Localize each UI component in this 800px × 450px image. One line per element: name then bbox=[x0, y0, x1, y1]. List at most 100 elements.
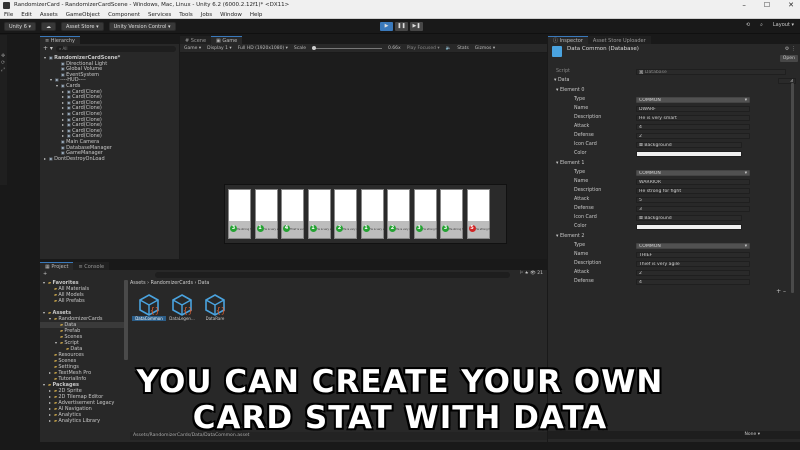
element-foldout[interactable]: ▾ Element 2 bbox=[556, 233, 584, 241]
field-name[interactable]: DWARF bbox=[636, 106, 750, 112]
card[interactable]: 4 Thief is ver bbox=[281, 189, 304, 239]
game-canvas[interactable]: 3 He strong fo 1 He is very s 4 Thief is ver 1… bbox=[224, 184, 507, 244]
project-add-button[interactable]: + bbox=[43, 271, 47, 277]
field-attack[interactable]: 2 bbox=[636, 270, 750, 276]
card[interactable]: 1 He is very s bbox=[360, 189, 384, 239]
card[interactable]: 1 He is very s bbox=[307, 189, 331, 239]
menu-item[interactable]: Assets bbox=[40, 11, 58, 18]
asset-item[interactable]: {} DataCommon bbox=[132, 294, 166, 321]
card[interactable]: 5He strong for fight bbox=[466, 189, 490, 239]
gizmos-dropdown[interactable]: Gizmos ▾ bbox=[475, 46, 495, 51]
version-control-button[interactable]: Unity Version Control ▾ bbox=[108, 21, 176, 31]
data-foldout[interactable]: ▾ Data bbox=[554, 77, 569, 85]
field-icon[interactable]: ⊠ Background bbox=[636, 142, 742, 148]
card[interactable]: 2 He is very s bbox=[387, 189, 410, 239]
menu-item[interactable]: Window bbox=[220, 11, 242, 18]
inspector-scrollbar[interactable] bbox=[791, 83, 794, 293]
play-button[interactable]: ▶ bbox=[380, 22, 393, 31]
element-foldout[interactable]: ▾ Element 1 bbox=[556, 160, 584, 168]
minimize-button[interactable]: – bbox=[742, 0, 746, 11]
field-icon[interactable]: ⊠ Background bbox=[636, 215, 742, 221]
maximize-button[interactable]: ☐ bbox=[764, 0, 770, 11]
field-description[interactable]: He is very smart bbox=[636, 115, 750, 121]
field-name[interactable]: WARRIOR bbox=[636, 179, 750, 185]
menu-item[interactable]: Edit bbox=[21, 11, 32, 18]
menu-item[interactable]: Component bbox=[108, 11, 140, 18]
card[interactable]: 1 He is very s bbox=[254, 189, 278, 239]
close-button[interactable]: ✕ bbox=[788, 0, 794, 11]
pause-button[interactable]: ❚❚ bbox=[395, 22, 408, 31]
hierarchy-search-input[interactable]: ⌕ All bbox=[55, 45, 176, 52]
tool-icons[interactable]: ✥ ⟳ ⤢ bbox=[1, 53, 7, 74]
cloud-icon[interactable]: ☁ bbox=[41, 21, 57, 31]
asset-item[interactable]: {} DataLegen... bbox=[165, 294, 199, 321]
field-label-type: Type bbox=[574, 243, 586, 248]
inspector-header-icons[interactable]: ⚙ ⋮ bbox=[785, 46, 796, 52]
asset-store-button[interactable]: Asset Store ▾ bbox=[61, 21, 104, 31]
card[interactable]: 3 He strong fo bbox=[440, 189, 463, 239]
menu-item[interactable]: GameObject bbox=[66, 11, 100, 18]
game-toolbar: Game ▾ Display 1 ▾ Full HD (1920x1080) ▾… bbox=[180, 44, 547, 53]
search-icon[interactable]: ⌕ bbox=[760, 22, 763, 28]
tab-inspector[interactable]: ⓘ Inspector bbox=[548, 36, 588, 44]
play-focused-dropdown[interactable]: Play Focused ▾ bbox=[407, 46, 440, 51]
element-foldout[interactable]: ▾ Element 0 bbox=[556, 87, 584, 95]
asset-label: DataLegen... bbox=[169, 316, 195, 321]
add-remove-element-buttons[interactable]: + – bbox=[776, 288, 786, 295]
tab-asset-store-uploader[interactable]: Asset Store Uploader bbox=[587, 36, 651, 44]
color-field[interactable]: ✎ bbox=[636, 224, 742, 230]
tab-project[interactable]: ▦ Project bbox=[40, 262, 74, 270]
tab-scene[interactable]: # Scene bbox=[180, 36, 212, 44]
menu-item[interactable]: Help bbox=[250, 11, 263, 18]
scale-slider[interactable] bbox=[312, 45, 382, 50]
field-defense[interactable]: 2 bbox=[636, 133, 750, 139]
menu-item[interactable]: Services bbox=[148, 11, 171, 18]
project-filter-icons[interactable]: ⚐ ★ 👁 21 bbox=[519, 271, 543, 276]
field-value-defense: 4 bbox=[639, 280, 642, 285]
project-search-input[interactable] bbox=[155, 272, 510, 278]
add-object-button[interactable]: + ▾ bbox=[43, 45, 53, 52]
display-dropdown[interactable]: Display 1 ▾ bbox=[207, 46, 232, 51]
field-type[interactable]: COMMON ▾ bbox=[636, 170, 750, 176]
field-attack[interactable]: 4 bbox=[636, 124, 750, 130]
mute-icon[interactable]: 🔈 bbox=[446, 46, 452, 51]
field-type[interactable]: COMMON ▾ bbox=[636, 243, 750, 249]
breadcrumb-item[interactable]: RandomizerCards bbox=[151, 281, 193, 286]
field-label-type: Type bbox=[574, 170, 586, 175]
card[interactable]: 3 He strong fo bbox=[228, 189, 251, 239]
field-defense[interactable]: 3 bbox=[636, 206, 750, 212]
field-label-defense: Defense bbox=[574, 133, 594, 138]
field-attack[interactable]: 5 bbox=[636, 197, 750, 203]
color-field[interactable]: ✎ bbox=[636, 151, 742, 157]
game-mode-dropdown[interactable]: Game ▾ bbox=[184, 46, 201, 51]
data-label: Data bbox=[557, 78, 570, 83]
account-button[interactable]: Unity 6 ▾ bbox=[4, 21, 37, 31]
card[interactable]: 3 He strong fo bbox=[413, 189, 437, 239]
step-button[interactable]: ▶❚ bbox=[410, 22, 423, 31]
breadcrumb-item[interactable]: Assets bbox=[130, 281, 146, 286]
stats-button[interactable]: Stats bbox=[457, 46, 469, 51]
menu-item[interactable]: File bbox=[4, 11, 13, 18]
tab-hierarchy[interactable]: ≡ Hierarchy bbox=[40, 36, 80, 44]
tab-console[interactable]: ≡ Console bbox=[73, 262, 110, 270]
scale-slider-handle[interactable] bbox=[312, 45, 316, 50]
menu-item[interactable]: Tools bbox=[179, 11, 193, 18]
tab-game[interactable]: ▣ Game bbox=[211, 36, 243, 44]
hierarchy-item[interactable]: ▸ ▣ DontDestroyOnLoad bbox=[40, 156, 179, 162]
field-value-name: WARRIOR bbox=[639, 180, 661, 185]
resolution-dropdown[interactable]: Full HD (1920x1080) ▾ bbox=[238, 46, 288, 51]
field-description[interactable]: He strong for fight bbox=[636, 188, 750, 194]
breadcrumb-item[interactable]: Data bbox=[198, 281, 209, 286]
project-tree-scrollbar[interactable] bbox=[124, 280, 128, 360]
field-value-icon: Background bbox=[644, 216, 672, 221]
asset-item[interactable]: {} DataRare bbox=[198, 294, 232, 321]
field-description[interactable]: Thief is very agile bbox=[636, 261, 750, 267]
layout-dropdown[interactable]: Layout ▾ bbox=[773, 22, 794, 28]
menu-item[interactable]: Jobs bbox=[201, 11, 212, 18]
field-defense[interactable]: 4 bbox=[636, 279, 750, 285]
field-type[interactable]: COMMON ▾ bbox=[636, 97, 750, 103]
history-icon[interactable]: ⟲ bbox=[746, 22, 750, 28]
card[interactable]: 2 He is very s bbox=[334, 189, 357, 239]
field-name[interactable]: THIEF bbox=[636, 252, 750, 258]
open-button[interactable]: Open bbox=[779, 55, 798, 62]
